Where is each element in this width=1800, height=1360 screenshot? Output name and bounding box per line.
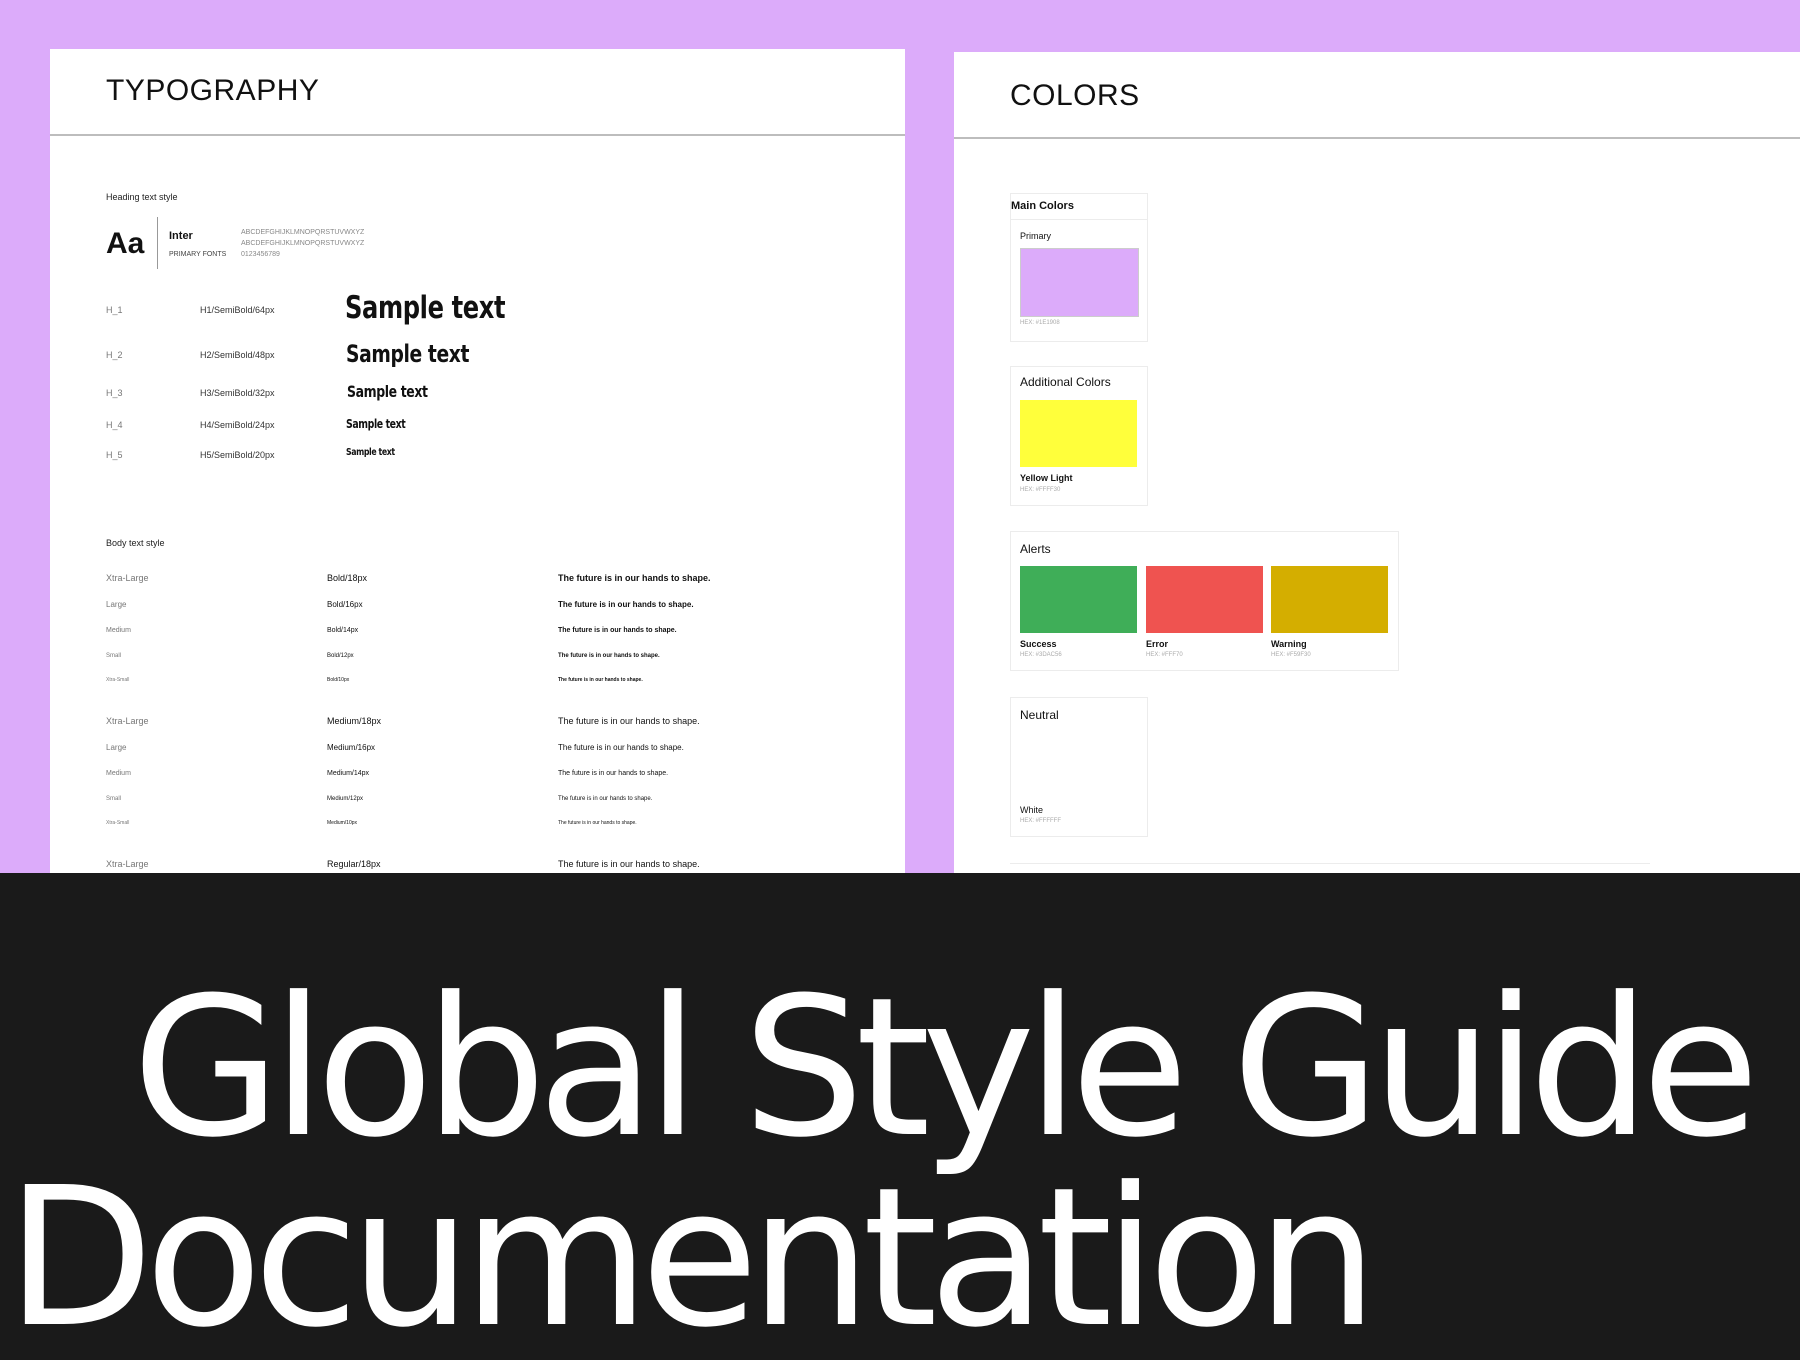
yellow-light-name: Yellow Light [1020, 473, 1073, 483]
body-sample: The future is in our hands to shape. [558, 716, 700, 726]
primary-hex: HEX: #1E1908 [1020, 320, 1060, 326]
body-sample: The future is in our hands to shape. [558, 770, 669, 777]
body-sample: The future is in our hands to shape. [558, 796, 653, 802]
heading-label: H_5 [106, 450, 123, 460]
heading-label: H_3 [106, 388, 123, 398]
white-hex: HEX: #FFFFFF [1020, 818, 1061, 824]
heading-spec: H1/SemiBold/64px [200, 305, 275, 315]
body-sample: The future is in our hands to shape. [558, 573, 711, 583]
success-name: Success [1020, 639, 1057, 649]
alerts-card: Alerts Success HEX: #3DAC56 Error HEX: #… [1010, 531, 1399, 671]
warning-swatch [1271, 566, 1388, 633]
typography-header: TYPOGRAPHY [50, 49, 905, 136]
body-sample: The future is in our hands to shape. [558, 653, 660, 659]
yellow-light-swatch [1020, 400, 1137, 467]
body-spec: Medium/18px [327, 716, 382, 726]
heading-label: H_2 [106, 350, 123, 360]
body-size: Medium [106, 627, 131, 634]
error-name: Error [1146, 639, 1169, 649]
success-hex: HEX: #3DAC56 [1020, 652, 1062, 658]
error-swatch [1146, 566, 1263, 633]
body-sample: The future is in our hands to shape. [558, 600, 694, 609]
primary-color-name: Primary [1020, 231, 1051, 241]
main-colors-title: Main Colors [1011, 200, 1074, 212]
body-section-label: Body text style [106, 538, 165, 548]
body-size: Small [106, 653, 122, 659]
colors-title: COLORS [1010, 79, 1140, 112]
heading-label: H_4 [106, 420, 123, 430]
charset-digits: 0123456789 [241, 251, 280, 258]
body-size: Xtra-Small [106, 677, 130, 683]
heading-spec: H4/SemiBold/24px [200, 420, 275, 430]
main-colors-card: Main Colors Primary HEX: #1E1908 [1010, 193, 1148, 342]
body-spec: Regular/18px [327, 859, 381, 869]
body-size: Small [106, 796, 122, 802]
colors-panel: COLORS Main Colors Primary HEX: #1E1908 … [954, 52, 1800, 873]
heading-spec: H2/SemiBold/48px [200, 350, 275, 360]
body-spec: Bold/14px [327, 627, 359, 634]
heading-spec: H3/SemiBold/32px [200, 388, 275, 398]
heading-label: H_1 [106, 305, 123, 315]
warning-hex: HEX: #F59F30 [1271, 652, 1311, 658]
font-role: PRIMARY FONTS [169, 251, 227, 258]
body-spec: Medium/16px [327, 743, 376, 752]
neutral-title: Neutral [1020, 708, 1059, 722]
additional-colors-card: Additional Colors Yellow Light HEX: #FFF… [1010, 366, 1148, 506]
next-section-divider [1010, 863, 1650, 864]
white-name: White [1020, 805, 1044, 815]
body-sample: The future is in our hands to shape. [558, 627, 677, 634]
banner-line-2: Documentation [6, 1147, 1378, 1360]
font-preview: Aa [106, 227, 145, 260]
typography-title: TYPOGRAPHY [106, 74, 320, 107]
font-divider [157, 217, 158, 269]
body-size: Xtra-Large [106, 573, 149, 583]
body-spec: Bold/10px [327, 677, 350, 683]
additional-colors-title: Additional Colors [1020, 375, 1111, 389]
body-sample: The future is in our hands to shape. [558, 743, 684, 752]
title-banner: Global Style Guide Documentation [0, 873, 1800, 1360]
alerts-title: Alerts [1020, 542, 1051, 556]
yellow-light-hex: HEX: #FFFF30 [1020, 487, 1061, 493]
body-size: Xtra-Large [106, 716, 149, 726]
body-spec: Medium/12px [327, 796, 364, 802]
font-name: Inter [169, 230, 193, 242]
heading-sample: Sample text [347, 382, 428, 401]
banner-line-1: Global Style Guide [132, 957, 1760, 1180]
body-size: Xtra-Small [106, 820, 130, 826]
charset-lower: ABCDEFGHIJKLMNOPQRSTUVWXYZ [241, 240, 365, 247]
body-size: Xtra-Large [106, 859, 149, 869]
heading-sample: Sample text [346, 340, 470, 368]
typography-panel: TYPOGRAPHY Heading text style Aa Inter P… [50, 49, 905, 873]
body-spec: Medium/10px [327, 820, 358, 826]
heading-spec: H5/SemiBold/20px [200, 450, 275, 460]
body-size: Large [106, 600, 127, 609]
charset-upper: ABCDEFGHIJKLMNOPQRSTUVWXYZ [241, 229, 365, 236]
body-sample: The future is in our hands to shape. [558, 859, 700, 869]
primary-swatch [1020, 248, 1139, 317]
body-spec: Bold/16px [327, 600, 363, 609]
body-size: Large [106, 743, 127, 752]
success-swatch [1020, 566, 1137, 633]
body-size: Medium [106, 770, 131, 777]
body-spec: Medium/14px [327, 770, 370, 777]
neutral-card: Neutral White HEX: #FFFFFF [1010, 697, 1148, 837]
heading-sample: Sample text [346, 447, 395, 458]
heading-section-label: Heading text style [106, 192, 178, 202]
warning-name: Warning [1271, 639, 1307, 649]
body-spec: Bold/12px [327, 653, 354, 659]
colors-header: COLORS [954, 52, 1800, 139]
body-sample: The future is in our hands to shape. [558, 820, 637, 826]
body-sample: The future is in our hands to shape. [558, 677, 643, 683]
white-swatch [1020, 732, 1137, 799]
heading-sample: Sample text [345, 290, 506, 326]
body-spec: Bold/18px [327, 573, 368, 583]
heading-sample: Sample text [346, 417, 406, 431]
error-hex: HEX: #FFF70 [1146, 652, 1183, 658]
